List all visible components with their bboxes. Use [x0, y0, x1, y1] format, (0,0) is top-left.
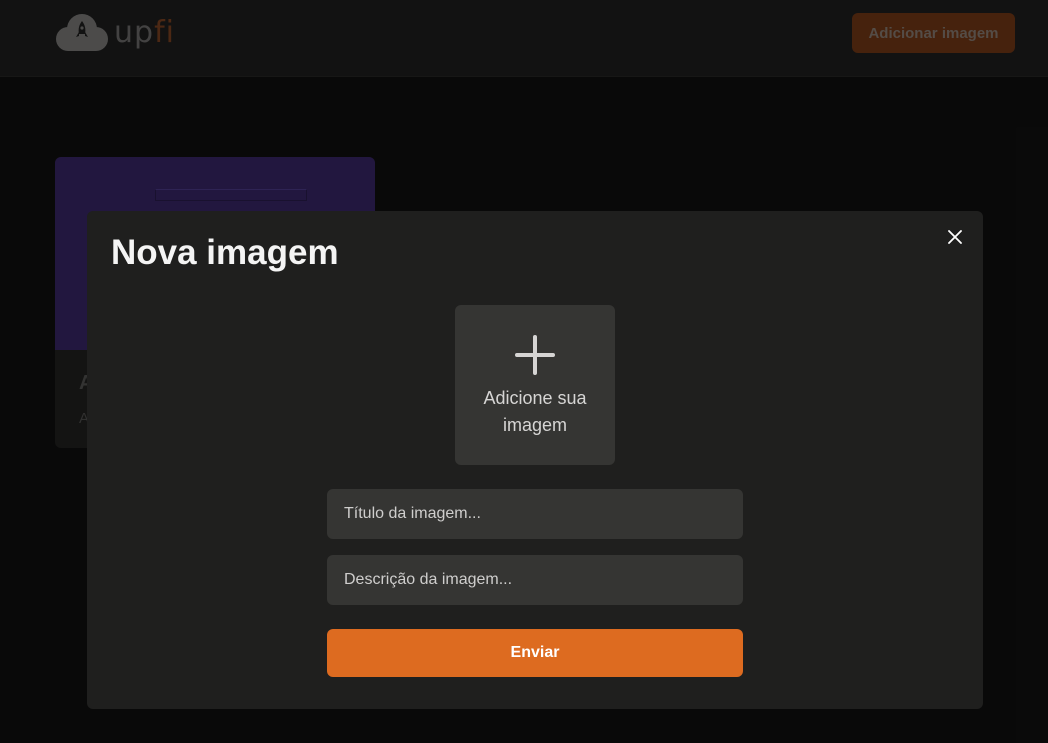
- image-upload-dropzone[interactable]: Adicione sua imagem: [455, 305, 615, 465]
- image-title-input[interactable]: [327, 489, 743, 539]
- upload-label: Adicione sua imagem: [483, 388, 587, 435]
- new-image-modal: Nova imagem Adicione sua imagem Enviar: [87, 211, 983, 709]
- close-icon: [948, 230, 962, 244]
- submit-button[interactable]: Enviar: [327, 629, 743, 677]
- plus-icon: [515, 335, 555, 375]
- close-button[interactable]: [941, 223, 969, 251]
- page: upfi Adicionar imagem A A Nova imagem Ad…: [0, 0, 1048, 743]
- image-description-input[interactable]: [327, 555, 743, 605]
- modal-title: Nova imagem: [111, 233, 339, 272]
